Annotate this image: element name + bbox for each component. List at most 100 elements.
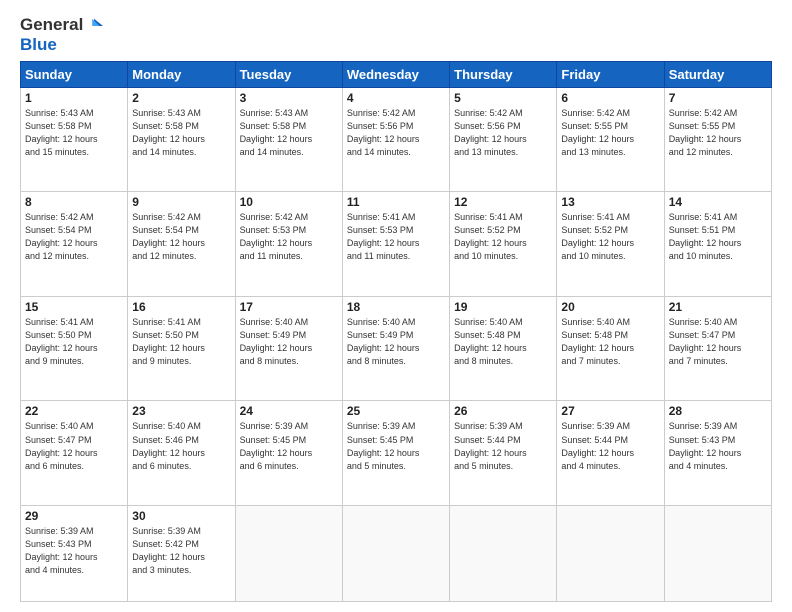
day-info: Sunrise: 5:43 AMSunset: 5:58 PMDaylight:… — [132, 108, 205, 157]
header: General Blue — [20, 16, 772, 55]
day-number: 27 — [561, 404, 659, 418]
week-row: 29 Sunrise: 5:39 AMSunset: 5:43 PMDayligh… — [21, 506, 772, 602]
day-number: 3 — [240, 91, 338, 105]
calendar-cell — [342, 506, 449, 602]
calendar: SundayMondayTuesdayWednesdayThursdayFrid… — [20, 61, 772, 602]
calendar-cell: 4 Sunrise: 5:42 AMSunset: 5:56 PMDaylight… — [342, 87, 449, 192]
col-header-friday: Friday — [557, 61, 664, 87]
day-info: Sunrise: 5:43 AMSunset: 5:58 PMDaylight:… — [240, 108, 313, 157]
week-row: 15 Sunrise: 5:41 AMSunset: 5:50 PMDayligh… — [21, 296, 772, 401]
col-header-monday: Monday — [128, 61, 235, 87]
day-info: Sunrise: 5:39 AMSunset: 5:45 PMDaylight:… — [347, 421, 420, 470]
day-number: 2 — [132, 91, 230, 105]
calendar-cell — [235, 506, 342, 602]
calendar-cell: 3 Sunrise: 5:43 AMSunset: 5:58 PMDaylight… — [235, 87, 342, 192]
day-info: Sunrise: 5:40 AMSunset: 5:48 PMDaylight:… — [454, 317, 527, 366]
day-info: Sunrise: 5:41 AMSunset: 5:50 PMDaylight:… — [25, 317, 98, 366]
day-number: 15 — [25, 300, 123, 314]
day-number: 14 — [669, 195, 767, 209]
calendar-cell: 14 Sunrise: 5:41 AMSunset: 5:51 PMDayligh… — [664, 192, 771, 297]
calendar-cell: 25 Sunrise: 5:39 AMSunset: 5:45 PMDayligh… — [342, 401, 449, 506]
logo: General Blue — [20, 16, 103, 55]
day-info: Sunrise: 5:39 AMSunset: 5:42 PMDaylight:… — [132, 526, 205, 575]
col-header-sunday: Sunday — [21, 61, 128, 87]
day-info: Sunrise: 5:41 AMSunset: 5:52 PMDaylight:… — [561, 212, 634, 261]
logo-bird-icon — [85, 17, 103, 35]
calendar-cell — [664, 506, 771, 602]
week-row: 1 Sunrise: 5:43 AMSunset: 5:58 PMDaylight… — [21, 87, 772, 192]
day-info: Sunrise: 5:43 AMSunset: 5:58 PMDaylight:… — [25, 108, 98, 157]
day-info: Sunrise: 5:39 AMSunset: 5:44 PMDaylight:… — [454, 421, 527, 470]
day-number: 1 — [25, 91, 123, 105]
calendar-cell: 19Sunrise: 5:40 AMSunset: 5:48 PMDayligh… — [450, 296, 557, 401]
day-info: Sunrise: 5:42 AMSunset: 5:53 PMDaylight:… — [240, 212, 313, 261]
calendar-cell: 10Sunrise: 5:42 AMSunset: 5:53 PMDayligh… — [235, 192, 342, 297]
header-row: SundayMondayTuesdayWednesdayThursdayFrid… — [21, 61, 772, 87]
day-number: 18 — [347, 300, 445, 314]
day-number: 13 — [561, 195, 659, 209]
day-number: 12 — [454, 195, 552, 209]
day-info: Sunrise: 5:41 AMSunset: 5:53 PMDaylight:… — [347, 212, 420, 261]
calendar-cell — [557, 506, 664, 602]
calendar-cell: 27 Sunrise: 5:39 AMSunset: 5:44 PMDayligh… — [557, 401, 664, 506]
calendar-cell: 17Sunrise: 5:40 AMSunset: 5:49 PMDayligh… — [235, 296, 342, 401]
day-info: Sunrise: 5:39 AMSunset: 5:43 PMDaylight:… — [669, 421, 742, 470]
day-info: Sunrise: 5:41 AMSunset: 5:51 PMDaylight:… — [669, 212, 742, 261]
calendar-cell: 5Sunrise: 5:42 AMSunset: 5:56 PMDaylight… — [450, 87, 557, 192]
day-number: 4 — [347, 91, 445, 105]
day-info: Sunrise: 5:40 AMSunset: 5:48 PMDaylight:… — [561, 317, 634, 366]
day-number: 23 — [132, 404, 230, 418]
col-header-saturday: Saturday — [664, 61, 771, 87]
calendar-cell: 1 Sunrise: 5:43 AMSunset: 5:58 PMDaylight… — [21, 87, 128, 192]
day-number: 9 — [132, 195, 230, 209]
logo-blue-text: Blue — [20, 35, 57, 55]
day-info: Sunrise: 5:39 AMSunset: 5:45 PMDaylight:… — [240, 421, 313, 470]
calendar-cell: 23 Sunrise: 5:40 AMSunset: 5:46 PMDayligh… — [128, 401, 235, 506]
day-number: 29 — [25, 509, 123, 523]
day-info: Sunrise: 5:42 AMSunset: 5:54 PMDaylight:… — [132, 212, 205, 261]
calendar-cell: 21Sunrise: 5:40 AMSunset: 5:47 PMDayligh… — [664, 296, 771, 401]
day-info: Sunrise: 5:39 AMSunset: 5:43 PMDaylight:… — [25, 526, 98, 575]
day-info: Sunrise: 5:41 AMSunset: 5:50 PMDaylight:… — [132, 317, 205, 366]
day-info: Sunrise: 5:40 AMSunset: 5:49 PMDaylight:… — [347, 317, 420, 366]
day-number: 30 — [132, 509, 230, 523]
day-info: Sunrise: 5:40 AMSunset: 5:47 PMDaylight:… — [25, 421, 98, 470]
day-info: Sunrise: 5:41 AMSunset: 5:52 PMDaylight:… — [454, 212, 527, 261]
calendar-cell: 16 Sunrise: 5:41 AMSunset: 5:50 PMDayligh… — [128, 296, 235, 401]
calendar-cell: 8Sunrise: 5:42 AMSunset: 5:54 PMDaylight… — [21, 192, 128, 297]
calendar-cell: 26 Sunrise: 5:39 AMSunset: 5:44 PMDayligh… — [450, 401, 557, 506]
day-number: 24 — [240, 404, 338, 418]
day-number: 6 — [561, 91, 659, 105]
calendar-cell — [450, 506, 557, 602]
calendar-cell: 12 Sunrise: 5:41 AMSunset: 5:52 PMDayligh… — [450, 192, 557, 297]
day-info: Sunrise: 5:42 AMSunset: 5:56 PMDaylight:… — [347, 108, 420, 157]
day-number: 28 — [669, 404, 767, 418]
day-number: 16 — [132, 300, 230, 314]
page: General Blue SundayMondayTuesdayWednesda… — [0, 0, 792, 612]
day-number: 22 — [25, 404, 123, 418]
calendar-cell: 22 Sunrise: 5:40 AMSunset: 5:47 PMDayligh… — [21, 401, 128, 506]
day-info: Sunrise: 5:42 AMSunset: 5:55 PMDaylight:… — [669, 108, 742, 157]
calendar-cell: 30 Sunrise: 5:39 AMSunset: 5:42 PMDayligh… — [128, 506, 235, 602]
day-number: 20 — [561, 300, 659, 314]
week-row: 22 Sunrise: 5:40 AMSunset: 5:47 PMDayligh… — [21, 401, 772, 506]
calendar-cell: 28 Sunrise: 5:39 AMSunset: 5:43 PMDayligh… — [664, 401, 771, 506]
day-number: 25 — [347, 404, 445, 418]
day-info: Sunrise: 5:39 AMSunset: 5:44 PMDaylight:… — [561, 421, 634, 470]
calendar-cell: 6 Sunrise: 5:42 AMSunset: 5:55 PMDaylight… — [557, 87, 664, 192]
col-header-tuesday: Tuesday — [235, 61, 342, 87]
day-number: 7 — [669, 91, 767, 105]
day-info: Sunrise: 5:42 AMSunset: 5:54 PMDaylight:… — [25, 212, 98, 261]
day-number: 5 — [454, 91, 552, 105]
day-info: Sunrise: 5:40 AMSunset: 5:46 PMDaylight:… — [132, 421, 205, 470]
day-info: Sunrise: 5:42 AMSunset: 5:55 PMDaylight:… — [561, 108, 634, 157]
calendar-cell: 9 Sunrise: 5:42 AMSunset: 5:54 PMDaylight… — [128, 192, 235, 297]
day-number: 26 — [454, 404, 552, 418]
calendar-cell: 11Sunrise: 5:41 AMSunset: 5:53 PMDayligh… — [342, 192, 449, 297]
calendar-cell: 2 Sunrise: 5:43 AMSunset: 5:58 PMDaylight… — [128, 87, 235, 192]
logo-general: General — [20, 15, 83, 34]
calendar-cell: 29 Sunrise: 5:39 AMSunset: 5:43 PMDayligh… — [21, 506, 128, 602]
calendar-cell: 24 Sunrise: 5:39 AMSunset: 5:45 PMDayligh… — [235, 401, 342, 506]
calendar-cell: 15 Sunrise: 5:41 AMSunset: 5:50 PMDayligh… — [21, 296, 128, 401]
day-number: 17 — [240, 300, 338, 314]
